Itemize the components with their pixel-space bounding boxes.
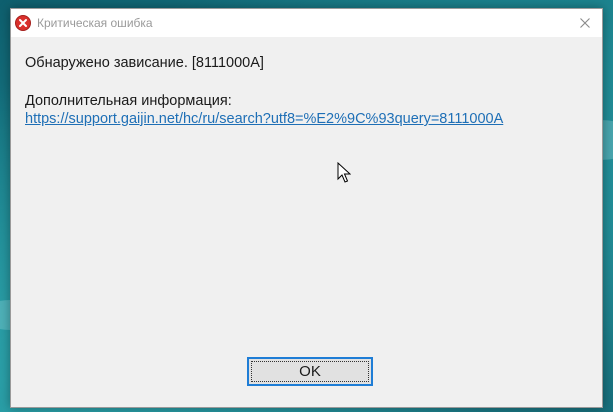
title-bar[interactable]: Критическая ошибка <box>11 9 602 37</box>
additional-info-label: Дополнительная информация: <box>25 93 232 109</box>
error-dialog: Критическая ошибка Обнаружено зависание.… <box>10 8 603 408</box>
dialog-content: Обнаружено зависание. [8111000A] Дополни… <box>25 55 592 128</box>
close-button[interactable] <box>568 9 602 37</box>
mouse-cursor-icon <box>337 162 351 183</box>
error-icon <box>15 15 31 31</box>
support-link[interactable]: https://support.gaijin.net/hc/ru/search?… <box>25 111 503 127</box>
error-message: Обнаружено зависание. [8111000A] <box>25 55 264 71</box>
window-title: Критическая ошибка <box>37 16 153 30</box>
ok-button[interactable]: OK <box>247 357 373 386</box>
close-icon <box>580 18 590 28</box>
